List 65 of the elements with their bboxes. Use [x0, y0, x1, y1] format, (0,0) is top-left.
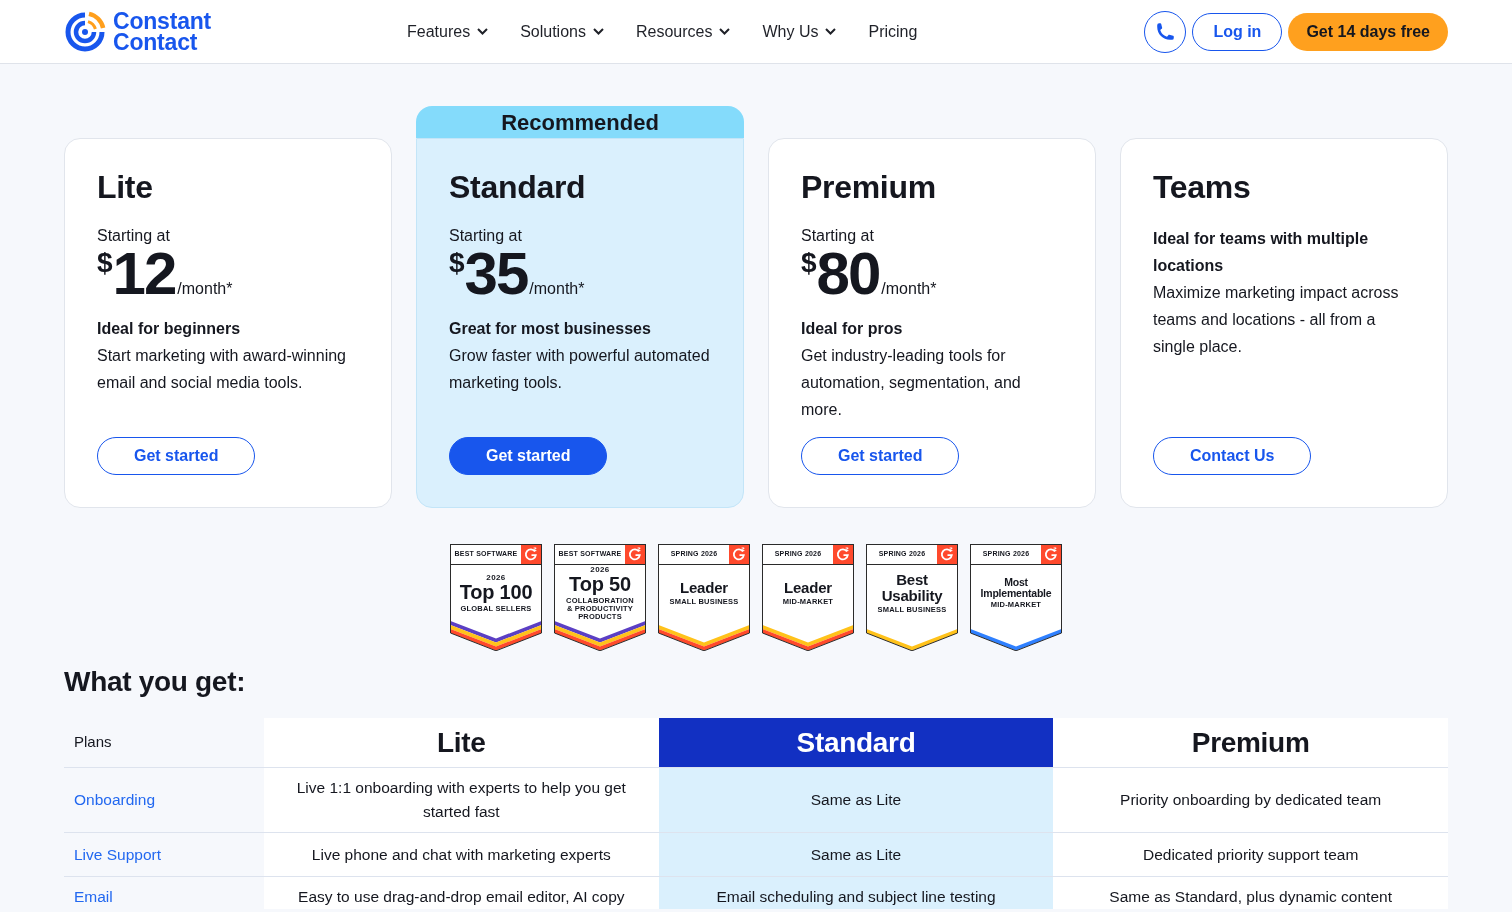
caret-icon: [592, 28, 604, 35]
free-trial-button[interactable]: Get 14 days free: [1288, 12, 1448, 51]
plan-title: Standard: [449, 168, 587, 207]
award-year: 2026: [486, 573, 506, 582]
table-cell: Priority onboarding by dedicated team: [1053, 768, 1448, 833]
phone-icon: [1156, 23, 1174, 40]
starting-label: Starting at: [801, 226, 875, 246]
plan-tagline: Ideal for beginners: [97, 319, 242, 339]
price-period: /month*: [881, 279, 937, 299]
currency-symbol: $: [449, 249, 465, 277]
feature-link[interactable]: Onboarding: [74, 788, 155, 812]
table-cell: Live phone and chat with marketing experts: [264, 833, 659, 877]
plan-title: Teams: [1153, 168, 1252, 207]
currency-symbol: $: [97, 249, 113, 277]
table-cell: Dedicated priority support team: [1053, 833, 1448, 877]
table-cell: Same as Lite: [658, 768, 1054, 833]
award-title: Leader: [784, 580, 832, 596]
nav-item[interactable]: Solutions: [520, 19, 604, 44]
plan-description: Grow faster with powerful automated marketing tools.: [449, 346, 711, 393]
plan-tagline: Ideal for pros: [801, 319, 904, 339]
price-amount: 35: [464, 248, 528, 300]
plan-description: Start marketing with award-winning email and social media tools.: [97, 346, 347, 393]
price-amount: 12: [112, 248, 176, 300]
award-title: Best Usability: [881, 572, 943, 604]
feature-link[interactable]: Live Support: [74, 842, 162, 867]
plan-tagline: Ideal for teams with multiple locations: [1153, 229, 1370, 276]
logo-text: Constant Contact: [113, 10, 213, 53]
plan-description: Get industry-leading tools for automation, segmentation, and more.: [801, 346, 1022, 420]
plan-description: Maximize marketing impact across teams and locations - all from a single place.: [1153, 283, 1400, 357]
table-cell: Email scheduling and subject line testing: [658, 877, 1054, 909]
price-period: /month*: [177, 279, 233, 299]
login-button[interactable]: Log in: [1192, 12, 1283, 51]
plan-title: Lite: [97, 168, 154, 207]
table-cell: Same as Lite: [658, 833, 1054, 877]
cta-button[interactable]: Get started: [449, 437, 608, 475]
price-period: /month*: [529, 279, 585, 299]
column-header: Premium: [1053, 718, 1448, 768]
column-header: Standard: [658, 718, 1054, 768]
column-header: Lite: [264, 718, 659, 768]
caret-icon: [719, 28, 731, 35]
award-year: 2026: [590, 565, 610, 574]
nav-item[interactable]: Pricing: [868, 19, 918, 44]
nav-item[interactable]: Resources: [635, 19, 731, 44]
starting-label: Starting at: [97, 226, 171, 246]
price-amount: 80: [816, 248, 880, 300]
starting-label: Starting at: [449, 226, 523, 246]
award-title: Leader: [680, 580, 728, 596]
section-heading: What you get:: [64, 665, 247, 699]
award-title: Top 100: [459, 582, 533, 603]
table-cell: Easy to use drag-and-drop email editor, AI copy: [264, 877, 659, 909]
logo-icon: [64, 10, 106, 53]
currency-symbol: $: [801, 249, 817, 277]
plan-title: Premium: [801, 168, 937, 207]
table-cell: Live 1:1 onboarding with experts to help you get started fast: [264, 768, 659, 833]
award-title: Top 50: [569, 574, 631, 595]
caret-icon: [477, 28, 489, 35]
recommended-ribbon: Recommended: [416, 106, 744, 138]
feature-link[interactable]: Email: [74, 885, 113, 909]
nav-item[interactable]: Features: [407, 19, 489, 44]
plan-tagline: Great for most businesses: [449, 319, 652, 339]
phone-button[interactable]: [1144, 10, 1187, 53]
nav-item[interactable]: Why Us: [762, 19, 837, 44]
caret-icon: [825, 28, 837, 35]
award-title: Most Implementable: [980, 577, 1052, 599]
table-cell: Same as Standard, plus dynamic content: [1053, 877, 1448, 909]
